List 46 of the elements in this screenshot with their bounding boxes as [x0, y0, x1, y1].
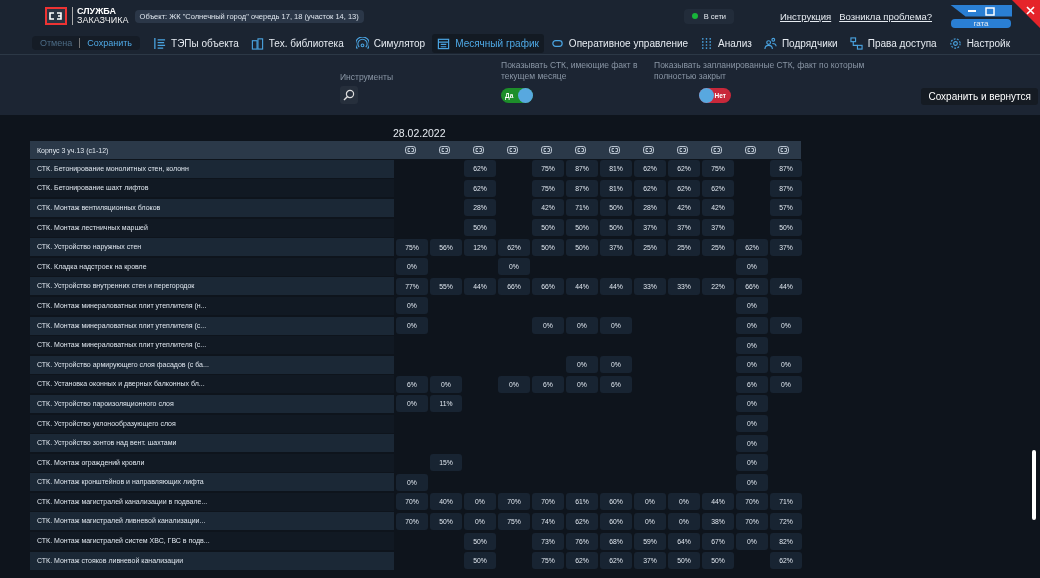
calendar-icon [437, 36, 451, 50]
logo-icon [405, 146, 416, 154]
nav-tab[interactable]: Анализ [695, 33, 757, 53]
logo-icon [506, 146, 518, 154]
close-button[interactable] [1012, 0, 1040, 28]
list-icon [153, 36, 167, 50]
nav-tab[interactable]: Симулятор [350, 33, 431, 53]
action-button[interactable]: Сохранить [85, 38, 135, 48]
logo-icon [44, 6, 68, 26]
search-icon [343, 89, 355, 101]
close-icon [1026, 6, 1035, 15]
restore-icon[interactable] [985, 5, 995, 16]
logo-icon [778, 146, 790, 154]
logo-icon [540, 146, 552, 154]
logo-icon [642, 146, 654, 154]
logo-icon [574, 146, 586, 154]
nodes-icon [849, 36, 863, 50]
save-return-button[interactable]: Сохранить и вернутся [921, 88, 1038, 105]
date-heading: 28.02.2022 [393, 127, 446, 139]
logo-subtitle: ЗАКАЗЧИКА [77, 16, 129, 25]
dots-icon [700, 36, 714, 50]
logo-icon [676, 146, 688, 154]
nav-tab[interactable]: Подрядчики [758, 33, 843, 53]
gear-icon [948, 36, 962, 50]
logo-icon [710, 146, 722, 154]
nav-tab[interactable]: Настройк [943, 33, 1016, 53]
tools-label: Инструменты [340, 72, 393, 83]
signal-icon [355, 36, 369, 50]
help-link[interactable]: Возникла проблема? [839, 10, 932, 22]
logo-icon [608, 146, 620, 154]
toggle-label: Показывать запланированные СТК, факт по которым полностью закрыт [654, 60, 866, 82]
toggle-label: Показывать СТК, имеющие факт в текущем месяце [501, 60, 639, 82]
people-icon [763, 36, 777, 50]
nav-tab[interactable]: Тех. библиотека [245, 33, 349, 53]
nav-tab[interactable]: Права доступа [844, 33, 942, 53]
logo-icon [744, 146, 756, 154]
nav-tab[interactable]: Месячный график [432, 33, 544, 53]
logo-title: СЛУЖБА [77, 7, 117, 16]
help-link[interactable]: Инструкция [780, 10, 832, 22]
nav-tab[interactable]: Оперативное управление [545, 33, 694, 53]
search-button[interactable] [340, 86, 358, 104]
books-icon [250, 36, 264, 50]
nav-tab[interactable]: ТЭПы объекта [148, 33, 244, 53]
logo-icon [472, 146, 484, 154]
logo-icon [438, 146, 450, 154]
user-label: гата [951, 18, 1011, 28]
